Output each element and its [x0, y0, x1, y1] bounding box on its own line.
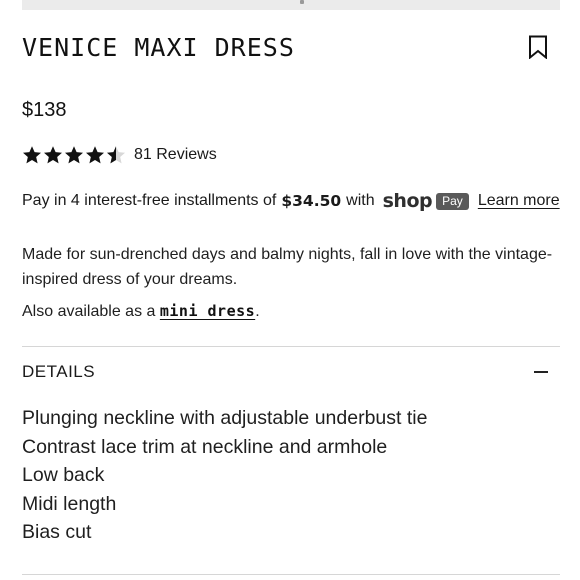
list-item: Midi length: [22, 492, 117, 515]
installments-text: Pay in 4 interest-free installments of: [22, 192, 277, 209]
shop-pay-badge: Pay: [436, 192, 469, 210]
product-description: Made for sun-drenched days and balmy nig…: [22, 246, 553, 288]
installments-row: Pay in 4 interest-free installments of $…: [22, 190, 560, 212]
installment-amount: $34.50: [281, 192, 342, 210]
details-title: DETAILS: [22, 362, 96, 381]
also-available-text: Also available as a: [22, 303, 156, 320]
half-star-icon: [107, 146, 125, 164]
list-item: Plunging neckline with adjustable underb…: [22, 407, 428, 429]
star-rating: [22, 145, 126, 165]
product-image-edge: [22, 0, 560, 10]
also-available: Also available as a mini dress.: [22, 299, 260, 324]
list-item: Bias cut: [22, 521, 92, 544]
shop-pay-logo: shop: [382, 190, 433, 212]
reviews-link[interactable]: 81 Reviews: [134, 146, 217, 164]
bookmark-icon[interactable]: [528, 35, 548, 59]
details-list: Plunging neckline with adjustable underb…: [22, 404, 427, 547]
star-icon: [23, 146, 41, 164]
star-icon: [44, 146, 62, 164]
minus-icon[interactable]: [534, 365, 548, 379]
divider: [22, 346, 560, 347]
also-available-period: .: [255, 303, 260, 320]
star-icon: [86, 146, 104, 164]
product-title: VENICE MAXI DRESS: [22, 33, 295, 62]
mini-dress-link[interactable]: mini dress: [160, 302, 255, 320]
details-accordion-header[interactable]: DETAILS: [22, 350, 560, 394]
star-icon: [65, 146, 83, 164]
learn-more-link[interactable]: Learn more: [478, 190, 560, 212]
list-item: Low back: [22, 464, 105, 487]
installments-suffix: with: [346, 192, 375, 209]
product-price: $138: [22, 99, 67, 121]
divider: [22, 574, 560, 575]
image-detail: [300, 0, 304, 4]
list-item: Contrast lace trim at neckline and armho…: [22, 435, 388, 458]
rating-row[interactable]: 81 Reviews: [22, 143, 217, 167]
